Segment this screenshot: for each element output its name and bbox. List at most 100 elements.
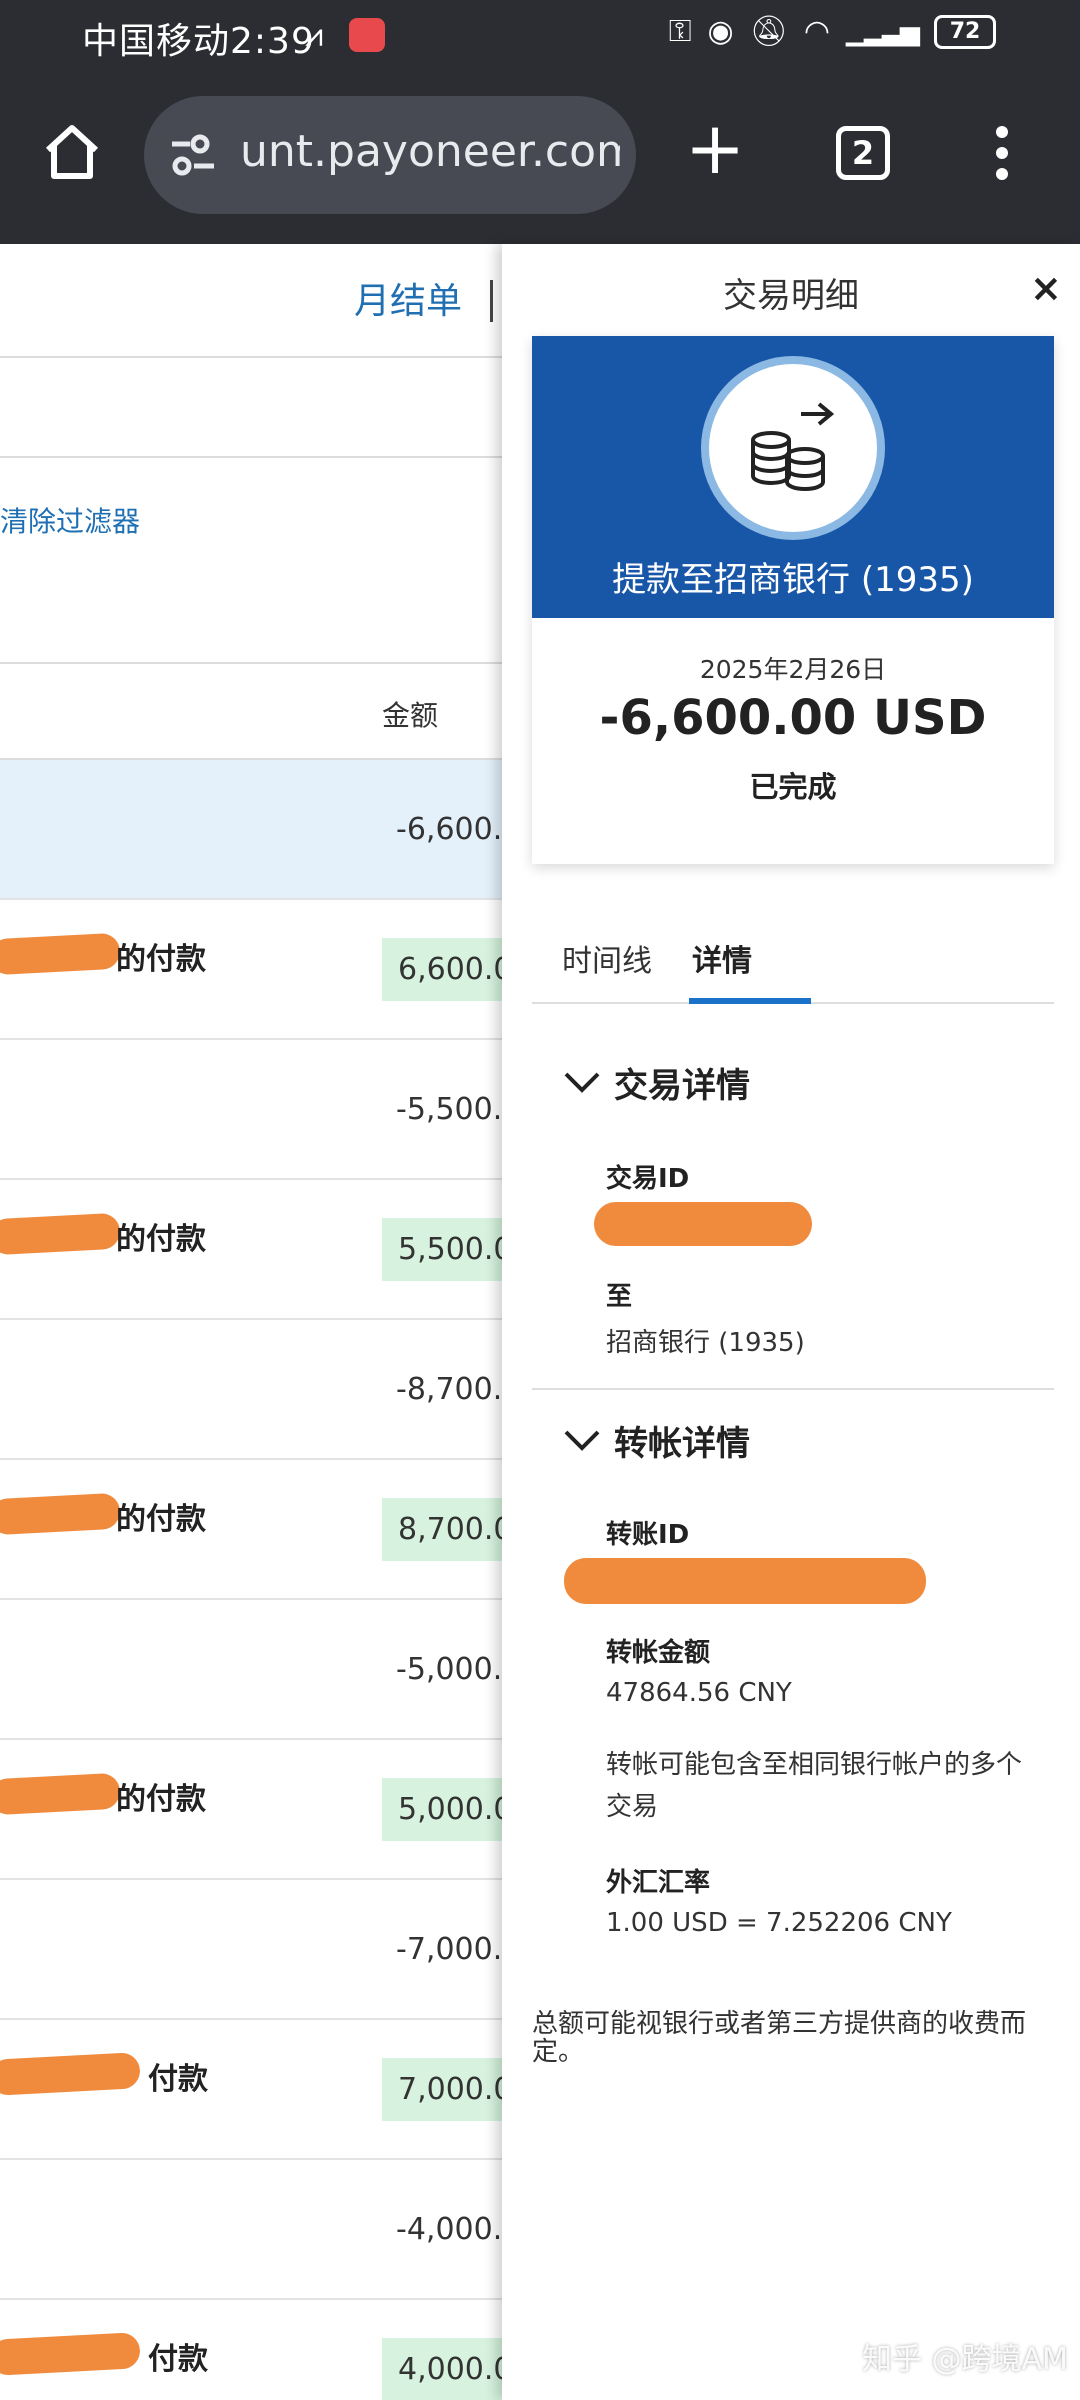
transaction-detail-panel: 交易明细 × 提款至招商银行 (1935) 2025年2月26日 -6,600.… — [502, 244, 1080, 2400]
table-row[interactable]: -5,500.0 — [0, 1040, 502, 1180]
row-payer: 付款 — [148, 2342, 208, 2377]
transaction-summary-card: 提款至招商银行 (1935) 2025年2月26日 -6,600.00 USD … — [532, 336, 1054, 864]
wifi-icon: ◠ — [803, 14, 831, 49]
table-row[interactable]: -5,000.0 — [0, 1600, 502, 1740]
table-row[interactable]: 的付款 5,000.0 — [0, 1740, 502, 1880]
carrier-time: 中国移动2:39 — [82, 21, 315, 62]
redaction — [0, 1492, 121, 1536]
home-button[interactable] — [40, 120, 104, 184]
row-amount: -8,700.0 — [396, 1372, 502, 1407]
transaction-details-toggle[interactable]: 交易详情 — [564, 1058, 750, 1107]
close-button[interactable]: × — [1030, 266, 1062, 310]
transactions-list-page: 月结单 清除过滤器 金额 -6,600.0 的付款 6,600.0 -5,500… — [0, 244, 502, 2400]
coins-transfer-icon — [701, 356, 885, 540]
redaction — [0, 1212, 121, 1256]
new-tab-button[interactable]: + — [680, 112, 750, 186]
tab-timeline[interactable]: 时间线 — [552, 936, 662, 980]
destination-label: 至 — [606, 1282, 633, 1312]
transfer-details-toggle[interactable]: 转帐详情 — [564, 1416, 750, 1465]
table-row[interactable]: 的付款 6,600.0 — [0, 900, 502, 1040]
watermark: 知乎 @跨境AM — [862, 2342, 1068, 2377]
site-settings-icon[interactable] — [168, 130, 218, 180]
statement-link[interactable]: 月结单 — [354, 272, 462, 324]
active-tab-indicator — [689, 998, 811, 1004]
row-amount: -6,600.0 — [396, 812, 502, 847]
summary-card-header: 提款至招商银行 (1935) — [532, 336, 1054, 618]
notification-app-icon — [349, 18, 385, 52]
transfer-amount-label: 转帐金额 — [606, 1638, 711, 1668]
tab-details[interactable]: 详情 — [682, 936, 762, 980]
row-payer: 的付款 — [116, 1502, 206, 1537]
battery-icon: 72 — [934, 14, 996, 49]
row-amount: -7,000.0 — [396, 1932, 502, 1967]
fx-rate-value: 1.00 USD = 7.252206 CNY — [606, 1908, 952, 1938]
signal-icon: ▁▂▃▅ — [846, 16, 920, 47]
row-payer: 的付款 — [116, 1782, 206, 1817]
table-row[interactable]: 付款 4,000.0 — [0, 2300, 502, 2400]
transaction-date: 2025年2月26日 — [699, 655, 887, 684]
browser-menu-button[interactable] — [990, 126, 1014, 186]
row-amount: 7,000.0 — [382, 2058, 502, 2121]
redacted-transaction-id — [594, 1202, 812, 1246]
status-badge: 已完成 — [749, 770, 837, 804]
table-row[interactable]: -4,000.0 — [0, 2160, 502, 2300]
divider — [0, 662, 502, 664]
redaction — [0, 2332, 141, 2376]
key-icon: ⚿ — [668, 14, 692, 49]
divider — [0, 456, 502, 458]
table-row[interactable]: 的付款 8,700.0 — [0, 1460, 502, 1600]
divider — [0, 356, 502, 358]
status-icons: ⚿ ◉ 🔕︎ ◠ ▁▂▃▅ 72 — [669, 14, 996, 49]
panel-title: 交易明细 — [723, 276, 859, 316]
row-amount: 4,000.0 — [382, 2338, 502, 2400]
withdrawal-destination: 提款至招商银行 (1935) — [612, 560, 974, 600]
transfer-id-label: 转账ID — [606, 1520, 690, 1550]
menu-dot — [996, 168, 1008, 180]
transfer-note: 转帐可能包含至相同银行帐户的多个交易 — [606, 1750, 1023, 1822]
row-payer: 的付款 — [116, 942, 206, 977]
redaction — [0, 1772, 121, 1816]
status-bar: 中国移动2:39 ⩘ ⚿ ◉ 🔕︎ ◠ ▁▂▃▅ 72 — [0, 0, 1080, 74]
redaction — [0, 2052, 141, 2096]
menu-dot — [996, 126, 1008, 138]
amount-column-header: 金额 — [382, 699, 439, 732]
address-bar[interactable]: unt.payoneer.com — [144, 96, 636, 214]
row-amount: 5,500.0 — [382, 1218, 502, 1281]
url-text[interactable]: unt.payoneer.com — [240, 126, 620, 177]
transaction-id-label: 交易ID — [606, 1164, 690, 1194]
chevron-down-icon — [564, 1072, 600, 1093]
table-row[interactable]: 的付款 5,500.0 — [0, 1180, 502, 1320]
row-payer: 的付款 — [116, 1222, 206, 1257]
vpn-icon: ⩘ — [305, 16, 324, 54]
home-icon — [45, 125, 99, 179]
section-heading: 交易详情 — [614, 1066, 750, 1106]
redaction — [0, 932, 121, 976]
menu-dot — [996, 147, 1008, 159]
divider — [490, 280, 493, 322]
table-row[interactable]: -7,000.0 — [0, 1880, 502, 2020]
tab-switcher-button[interactable]: 2 — [836, 126, 890, 180]
detail-tabs: 时间线 详情 — [532, 924, 1054, 1004]
table-row[interactable]: -8,700.0 — [0, 1320, 502, 1460]
row-amount: -4,000.0 — [396, 2212, 502, 2247]
mute-bell-icon: 🔕︎ — [749, 14, 788, 49]
clear-filter-link[interactable]: 清除过滤器 — [0, 500, 140, 540]
row-payer: 付款 — [148, 2062, 208, 2097]
redacted-transfer-id — [564, 1558, 926, 1604]
table-row[interactable]: 付款 7,000.0 — [0, 2020, 502, 2160]
section-heading: 转帐详情 — [614, 1424, 750, 1464]
fx-rate-label: 外汇汇率 — [606, 1868, 711, 1898]
transaction-amount: -6,600.00 USD — [599, 690, 987, 746]
table-row[interactable]: -6,600.0 — [0, 760, 502, 900]
fee-footnote: 总额可能视银行或者第三方提供商的收费而定。 — [532, 2009, 1027, 2067]
row-amount: -5,000.0 — [396, 1652, 502, 1687]
row-amount: -5,500.0 — [396, 1092, 502, 1127]
browser-toolbar: unt.payoneer.com + 2 — [0, 74, 1080, 244]
row-amount: 5,000.0 — [382, 1778, 502, 1841]
destination-value: 招商银行 (1935) — [606, 1328, 805, 1358]
eye-icon: ◉ — [707, 14, 734, 49]
row-amount: 8,700.0 — [382, 1498, 502, 1561]
transfer-amount-value: 47864.56 CNY — [606, 1678, 792, 1708]
row-amount: 6,600.0 — [382, 938, 502, 1001]
divider — [532, 1388, 1054, 1390]
